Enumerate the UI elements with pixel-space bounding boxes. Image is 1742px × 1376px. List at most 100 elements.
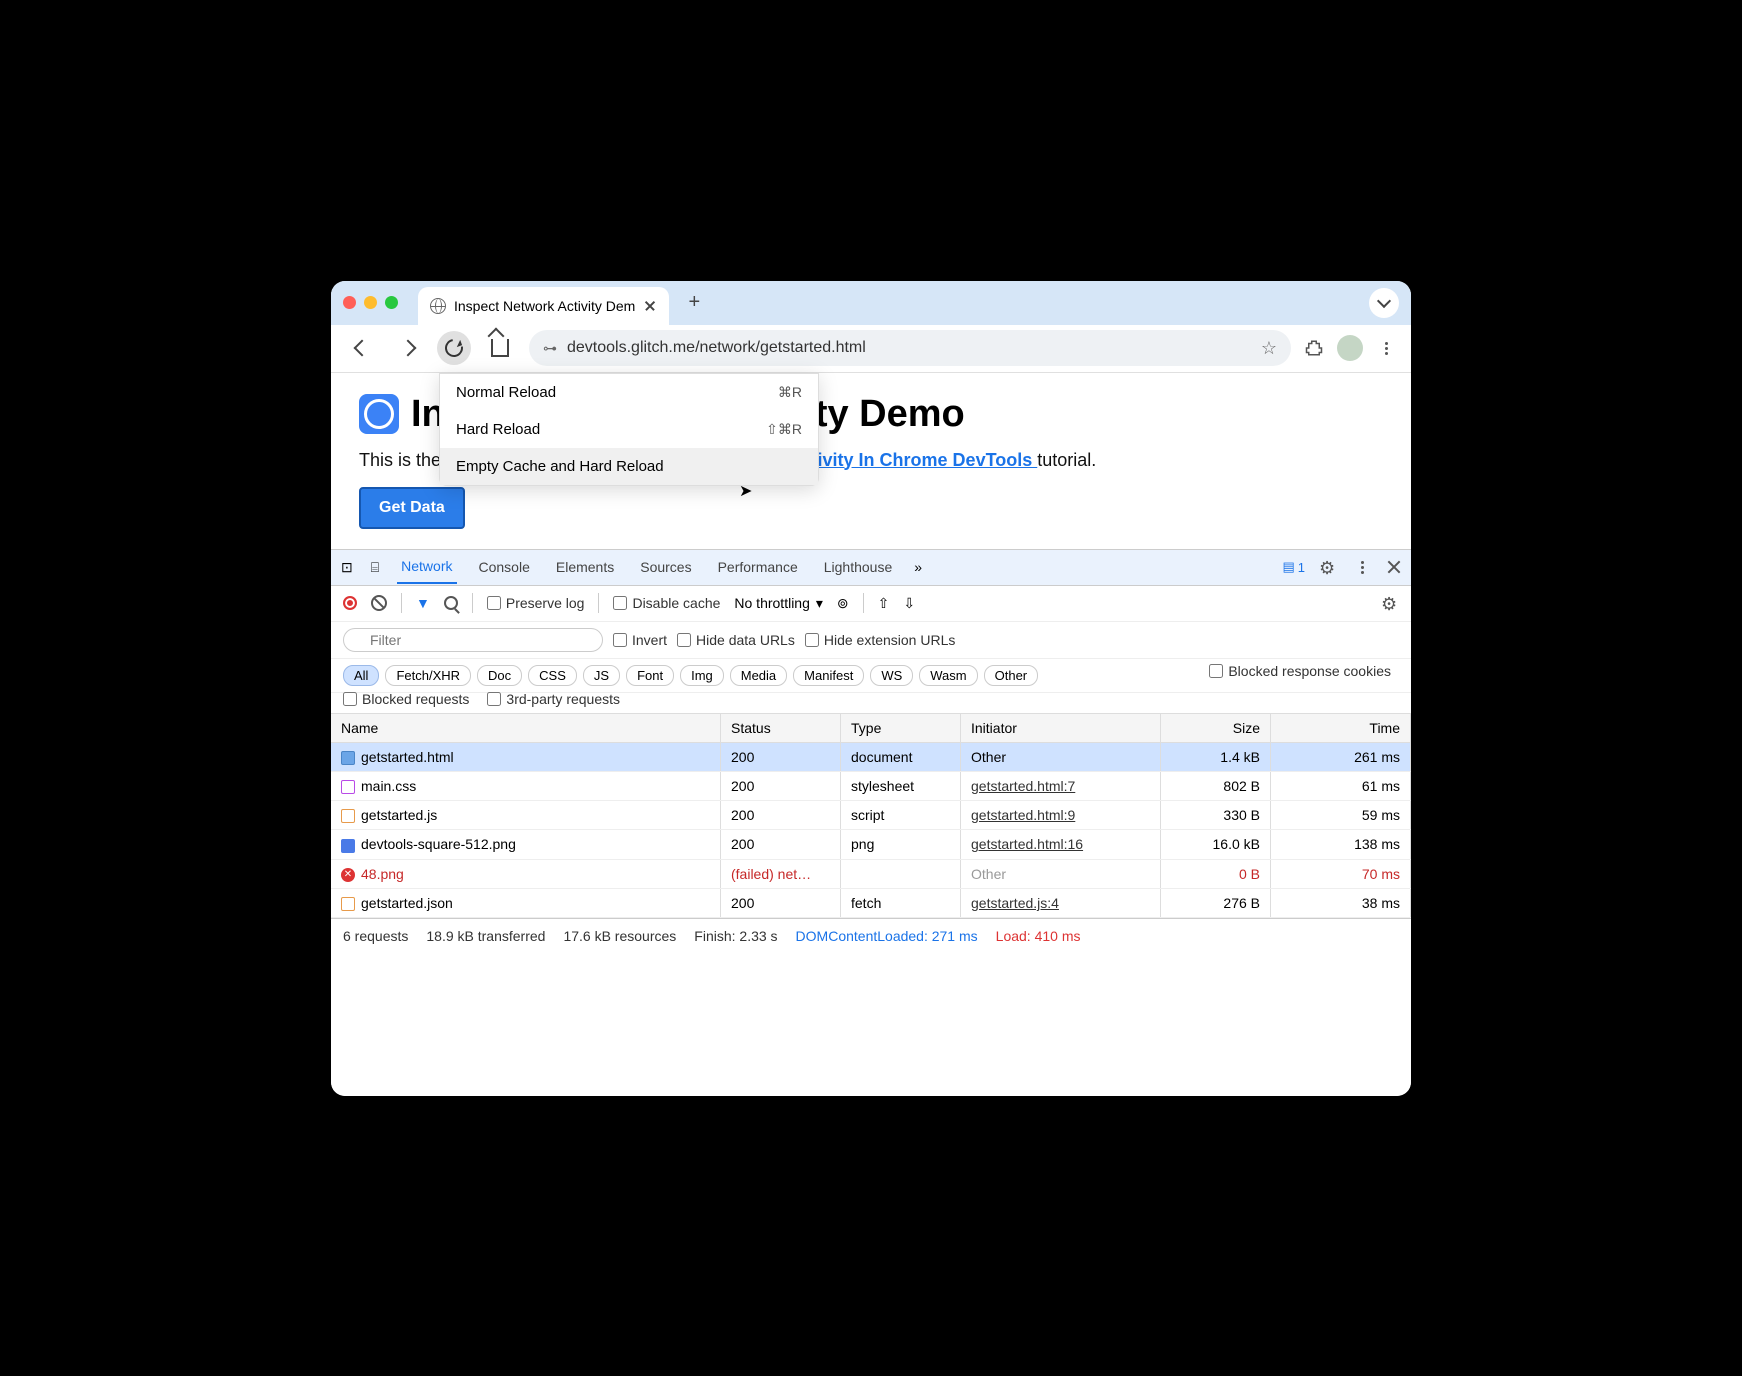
invert-checkbox[interactable]: Invert <box>613 632 667 648</box>
ctx-shortcut: ⌘R <box>778 384 802 401</box>
close-tab-icon[interactable] <box>643 299 657 313</box>
col-status[interactable]: Status <box>721 714 841 742</box>
traffic-lights <box>343 296 398 309</box>
bookmark-star-icon[interactable]: ☆ <box>1261 338 1277 359</box>
close-devtools-icon[interactable] <box>1387 560 1401 574</box>
table-row[interactable]: ✕48.png(failed) net…Other0 B70 ms <box>331 860 1411 889</box>
clear-button[interactable] <box>371 595 387 611</box>
file-icon <box>341 839 355 853</box>
ctx-normal-reload[interactable]: Normal Reload ⌘R <box>440 374 818 411</box>
col-initiator[interactable]: Initiator <box>961 714 1161 742</box>
tab-performance[interactable]: Performance <box>714 551 802 583</box>
close-window-button[interactable] <box>343 296 356 309</box>
sb-requests: 6 requests <box>343 928 408 944</box>
browser-tab[interactable]: Inspect Network Activity Dem <box>418 287 669 325</box>
home-button[interactable] <box>483 331 517 365</box>
table-row[interactable]: main.css200stylesheetgetstarted.html:780… <box>331 772 1411 801</box>
record-button[interactable] <box>343 596 357 610</box>
sb-transferred: 18.9 kB transferred <box>426 928 545 944</box>
reload-icon <box>441 335 466 360</box>
third-party-checkbox[interactable]: 3rd-party requests <box>487 691 620 707</box>
throttling-select[interactable]: No throttling ▾ <box>734 595 823 612</box>
inspect-icon[interactable]: ⊡ <box>341 559 353 576</box>
blocked-requests-checkbox[interactable]: Blocked requests <box>343 691 469 707</box>
network-settings-icon[interactable] <box>1381 594 1399 612</box>
table-row[interactable]: getstarted.js200scriptgetstarted.html:93… <box>331 801 1411 830</box>
browser-toolbar: ⊶ devtools.glitch.me/network/getstarted.… <box>331 325 1411 373</box>
sb-resources: 17.6 kB resources <box>563 928 676 944</box>
arrow-right-icon <box>400 340 417 357</box>
more-tabs-icon[interactable]: » <box>914 559 922 575</box>
disable-cache-checkbox[interactable]: Disable cache <box>613 595 720 611</box>
upload-har-icon[interactable]: ⇧ <box>878 595 890 612</box>
throttling-label: No throttling <box>734 595 809 611</box>
extensions-button[interactable] <box>1303 337 1325 359</box>
browser-window: Inspect Network Activity Dem + ⊶ devtool… <box>331 281 1411 1096</box>
messages-badge[interactable]: ▤ 1 <box>1282 559 1305 575</box>
filter-row: Invert Hide data URLs Hide extension URL… <box>331 622 1411 659</box>
network-statusbar: 6 requests 18.9 kB transferred 17.6 kB r… <box>331 918 1411 952</box>
devtools-tabs: ⊡ ⌸ Network Console Elements Sources Per… <box>331 550 1411 586</box>
third-party-label: 3rd-party requests <box>506 691 620 707</box>
table-header: Name Status Type Initiator Size Time <box>331 714 1411 743</box>
get-data-button[interactable]: Get Data <box>359 487 465 529</box>
settings-gear-icon[interactable] <box>1319 558 1337 576</box>
col-time[interactable]: Time <box>1271 714 1411 742</box>
chrome-logo-icon <box>359 394 399 434</box>
preserve-log-checkbox[interactable]: Preserve log <box>487 595 585 611</box>
arrow-left-icon <box>354 340 371 357</box>
filter-toggle-icon[interactable]: ▼ <box>416 595 430 611</box>
browser-menu-button[interactable] <box>1375 337 1397 359</box>
chevron-down-icon <box>1377 293 1391 307</box>
reload-button[interactable] <box>437 331 471 365</box>
intro-suffix: tutorial. <box>1037 450 1096 470</box>
hide-ext-label: Hide extension URLs <box>824 632 956 648</box>
devtools-panel: ⊡ ⌸ Network Console Elements Sources Per… <box>331 549 1411 1096</box>
device-icon[interactable]: ⌸ <box>371 559 379 576</box>
file-icon <box>341 751 355 765</box>
file-icon: ✕ <box>341 868 355 882</box>
forward-button[interactable] <box>391 331 425 365</box>
separator <box>863 593 864 613</box>
tab-sources[interactable]: Sources <box>636 551 695 583</box>
tab-lighthouse[interactable]: Lighthouse <box>820 551 897 583</box>
table-row[interactable]: getstarted.html200documentOther1.4 kB261… <box>331 743 1411 772</box>
search-icon[interactable] <box>444 596 458 610</box>
site-info-icon[interactable]: ⊶ <box>543 340 557 357</box>
separator <box>401 593 402 613</box>
ctx-label: Empty Cache and Hard Reload <box>456 458 664 475</box>
blocked-cookies-checkbox[interactable]: Blocked response cookies <box>1209 663 1391 679</box>
tab-elements[interactable]: Elements <box>552 551 618 583</box>
sb-finish: Finish: 2.33 s <box>694 928 777 944</box>
profile-avatar[interactable] <box>1337 335 1363 361</box>
devtools-menu-button[interactable] <box>1351 559 1373 575</box>
hide-extension-urls-checkbox[interactable]: Hide extension URLs <box>805 632 956 648</box>
separator <box>472 593 473 613</box>
ctx-hard-reload[interactable]: Hard Reload ⇧⌘R <box>440 411 818 448</box>
intro-prefix: This is the <box>359 450 446 470</box>
table-row[interactable]: getstarted.json200fetchgetstarted.js:427… <box>331 889 1411 918</box>
hide-data-urls-checkbox[interactable]: Hide data URLs <box>677 632 795 648</box>
col-type[interactable]: Type <box>841 714 961 742</box>
table-row[interactable]: devtools-square-512.png200pnggetstarted.… <box>331 830 1411 859</box>
titlebar: Inspect Network Activity Dem + <box>331 281 1411 325</box>
tab-console[interactable]: Console <box>475 551 534 583</box>
ctx-empty-cache-hard-reload[interactable]: Empty Cache and Hard Reload <box>440 448 818 485</box>
col-name[interactable]: Name <box>331 714 721 742</box>
download-har-icon[interactable]: ⇩ <box>903 595 915 612</box>
col-size[interactable]: Size <box>1161 714 1271 742</box>
blocked-req-label: Blocked requests <box>362 691 469 707</box>
minimize-window-button[interactable] <box>364 296 377 309</box>
tab-network[interactable]: Network <box>397 550 456 584</box>
home-icon <box>491 339 509 357</box>
maximize-window-button[interactable] <box>385 296 398 309</box>
new-tab-button[interactable]: + <box>679 288 709 318</box>
back-button[interactable] <box>345 331 379 365</box>
ctx-shortcut: ⇧⌘R <box>766 421 802 438</box>
tab-expand-button[interactable] <box>1369 288 1399 318</box>
filter-input[interactable] <box>343 628 603 652</box>
network-conditions-icon[interactable]: ⊚ <box>837 595 849 612</box>
extra-filter-row-2: Blocked requests 3rd-party requests <box>331 685 1411 714</box>
preserve-log-label: Preserve log <box>506 595 585 611</box>
address-bar[interactable]: ⊶ devtools.glitch.me/network/getstarted.… <box>529 330 1291 366</box>
